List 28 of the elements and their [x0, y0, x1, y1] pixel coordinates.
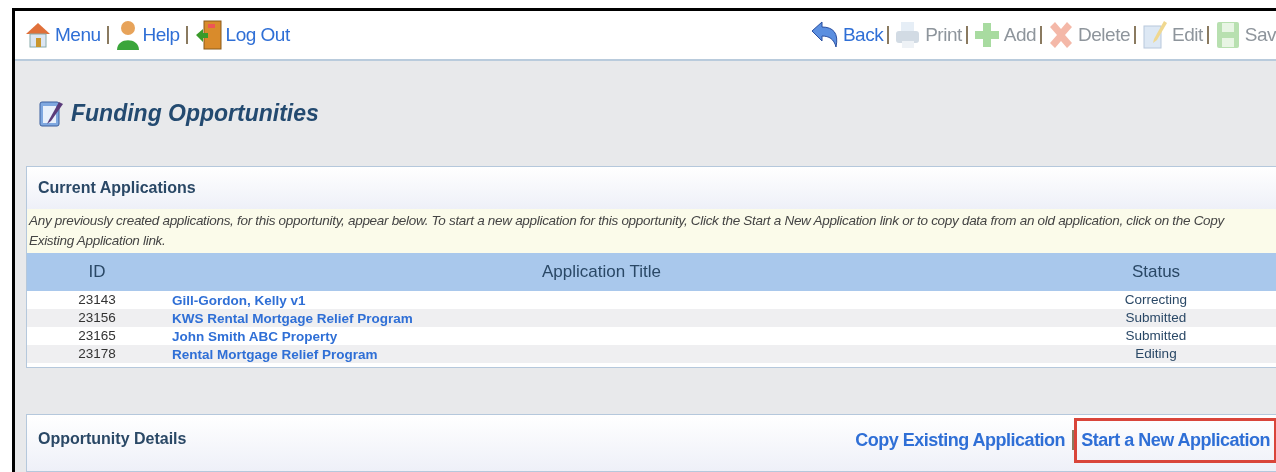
table-cell: Editing — [1036, 344, 1276, 363]
person-icon — [114, 19, 141, 52]
table-cell: 23156 — [27, 308, 167, 327]
page-title: Funding Opportunities — [71, 99, 319, 129]
column-header: Status — [1036, 252, 1276, 291]
table-cell: 23178 — [27, 344, 167, 363]
nav-link[interactable]: Menu — [23, 20, 101, 51]
application-link[interactable]: Rental Mortgage Relief Program — [172, 346, 378, 362]
table-cell: Submitted — [1036, 308, 1276, 327]
table-cell: Submitted — [1036, 326, 1276, 345]
application-link[interactable]: KWS Rental Mortgage Relief Program — [172, 310, 413, 326]
section-title: Current Applications — [38, 177, 196, 198]
document-pencil-icon — [1140, 19, 1170, 52]
column-header: Application Title — [167, 252, 1036, 291]
nav-link[interactable]: Help — [114, 19, 180, 52]
table-cell: Correcting — [1036, 290, 1276, 309]
table-cell: 23143 — [27, 290, 167, 309]
action-link[interactable]: Copy Existing Application — [851, 420, 1070, 460]
toolbar-button[interactable]: Back — [808, 19, 884, 52]
nav-link[interactable]: Log Out — [193, 19, 290, 52]
description-text: Any previously created applications, for this opportunity, appear below. To start a new application for this opportunity, Click the Start a New Application link or to copy data from an old application, click on the Copy Existing Application link. — [29, 211, 1226, 250]
clipboard-icon — [37, 98, 65, 129]
table-cell: 23165 — [27, 326, 167, 345]
application-link[interactable]: Gill-Gordon, Kelly v1 — [172, 292, 306, 308]
action-link[interactable]: Start a New Application — [1077, 420, 1274, 460]
section-title: Opportunity Details — [37, 428, 187, 449]
column-header: ID — [27, 252, 167, 291]
application-link[interactable]: John Smith ABC Property — [172, 328, 338, 344]
